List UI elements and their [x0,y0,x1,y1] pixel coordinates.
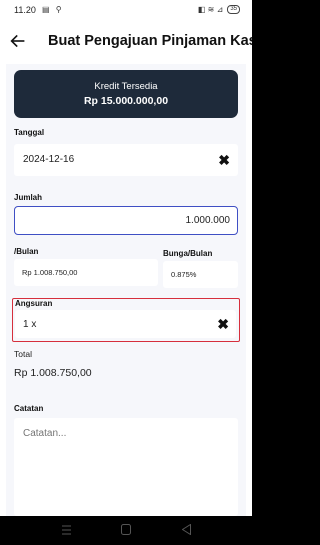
angsuran-label: Angsuran [15,299,53,308]
back-triangle-icon[interactable] [182,524,191,535]
per-bulan-value: Rp 1.008.750,00 [22,268,78,277]
catatan-input[interactable] [14,418,238,516]
total-label: Total [14,349,32,359]
tanggal-label: Tanggal [14,128,45,137]
battery-icon: 35 [227,5,240,14]
status-time: 11.20 [14,5,36,15]
angsuran-value: 1 x [23,319,37,330]
angsuran-group: Angsuran 1 x ✖ [12,298,240,342]
recent-apps-icon[interactable] [62,525,71,535]
tanggal-value: 2024-12-16 [23,154,75,165]
screen: 11.20 ▤ ⚲ ◧ ≋ ⊿ 35 Buat Pengajuan Pinjam… [0,0,252,545]
system-nav-bar [0,516,252,545]
per-bulan-field: Rp 1.008.750,00 [14,259,158,286]
app-bar: Buat Pengajuan Pinjaman Kas [0,22,252,64]
jumlah-value: 1.000.000 [185,215,231,226]
angsuran-field[interactable]: 1 x ✖ [15,310,236,338]
tanggal-field[interactable]: 2024-12-16 ✖ [14,144,238,176]
per-bulan-label: /Bulan [14,247,39,256]
status-right: ◧ ≋ ⊿ 35 [198,5,240,14]
credit-label: Kredit Tersedia [94,81,158,92]
total-value: Rp 1.008.750,00 [14,367,92,379]
credit-card: Kredit Tersedia Rp 15.000.000,00 [14,70,238,118]
home-square-icon[interactable] [121,524,131,535]
catatan-label: Catatan [14,404,44,413]
bunga-label: Bunga/Bulan [163,249,213,258]
clear-date-icon[interactable]: ✖ [218,153,230,167]
bunga-value: 0.875% [171,270,197,279]
form-panel: Kredit Tersedia Rp 15.000.000,00 Tanggal… [6,64,246,516]
status-bar: 11.20 ▤ ⚲ ◧ ≋ ⊿ 35 [0,0,252,22]
page-title: Buat Pengajuan Pinjaman Kas [48,33,252,49]
credit-value: Rp 15.000.000,00 [83,95,169,107]
signal-icons: ◧ ≋ ⊿ [197,5,224,14]
notification-icons: ▤ ⚲ [42,5,64,14]
jumlah-label: Jumlah [14,193,43,202]
bunga-field: 0.875% [163,261,238,288]
back-arrow-icon[interactable] [10,33,26,49]
clear-angsuran-icon[interactable]: ✖ [217,317,229,331]
jumlah-input[interactable]: 1.000.000 [14,206,238,235]
